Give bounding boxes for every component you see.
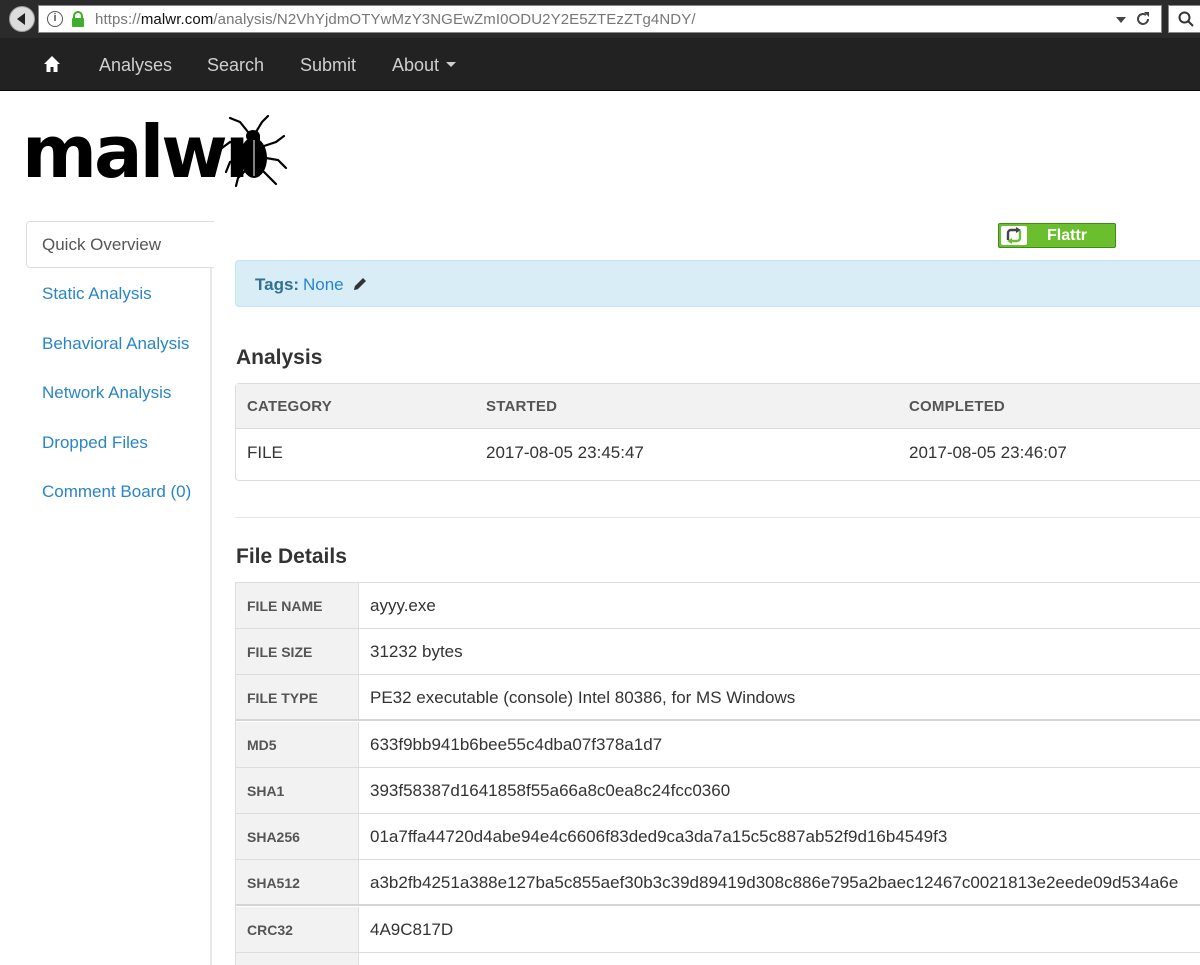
nav-submit[interactable]: Submit (300, 55, 356, 76)
table-row (236, 953, 1200, 965)
table-row: CRC32 4A9C817D (236, 907, 1200, 953)
flattr-icon (1001, 226, 1027, 245)
address-bar[interactable]: i https://malwr.com/analysis/N2VhYjdmOTY… (38, 5, 1162, 33)
table-row: FILE TYPE PE32 executable (console) Inte… (236, 675, 1200, 721)
tags-value[interactable]: None (303, 275, 344, 295)
cell-started: 2017-08-05 23:45:47 (486, 443, 644, 462)
row-key: SHA256 (236, 814, 359, 859)
column-started: STARTED (486, 398, 558, 415)
pencil-icon[interactable] (352, 276, 368, 292)
table-row: SHA1 393f58387d1641858f55a66a8c0ea8c24fc… (236, 768, 1200, 814)
nav-about-label: About (392, 55, 440, 75)
row-value: 4A9C817D (370, 920, 454, 939)
table-row: FILE NAME ayyy.exe (236, 583, 1200, 629)
file-details-table: FILE NAME ayyy.exe FILE SIZE 31232 bytes… (235, 582, 1200, 965)
flattr-button[interactable]: Flattr (998, 223, 1116, 248)
row-key: SHA1 (236, 768, 359, 813)
section-divider (235, 517, 1200, 518)
nav-analyses[interactable]: Analyses (99, 55, 172, 76)
analysis-table-header: CATEGORY STARTED COMPLETED (236, 384, 1200, 429)
nav-search[interactable]: Search (207, 55, 264, 76)
row-key: SHA512 (236, 860, 359, 904)
file-details-heading: File Details (236, 545, 347, 568)
row-value: PE32 executable (console) Intel 80386, f… (370, 688, 796, 707)
home-icon[interactable] (43, 55, 61, 73)
column-completed: COMPLETED (909, 398, 1005, 415)
back-arrow-icon (17, 13, 25, 25)
beetle-logo-icon (220, 114, 288, 188)
tags-label: Tags: (255, 275, 300, 294)
flattr-label: Flattr (1047, 227, 1087, 244)
table-row: MD5 633f9bb941b6bee55c4dba07f378a1d7 (236, 722, 1200, 768)
sidebar-item-static-analysis[interactable]: Static Analysis (42, 284, 152, 304)
sidebar-item-network-analysis[interactable]: Network Analysis (42, 383, 171, 403)
table-row: SHA256 01a7ffa44720d4abe94e4c6606f83ded9… (236, 814, 1200, 860)
column-category: CATEGORY (247, 398, 332, 415)
search-icon (1178, 11, 1194, 27)
tags-alert: Tags: None (235, 260, 1200, 307)
browser-search-box[interactable] (1168, 5, 1200, 33)
row-value: 31232 bytes (370, 642, 463, 661)
back-button[interactable] (9, 6, 35, 32)
row-value: 01a7ffa44720d4abe94e4c6606f83ded9ca3da7a… (370, 827, 948, 846)
lock-icon (72, 11, 84, 27)
sidebar-item-dropped-files[interactable]: Dropped Files (42, 433, 148, 453)
cell-completed: 2017-08-05 23:46:07 (909, 443, 1067, 462)
row-key: FILE NAME (236, 583, 359, 628)
sidebar-item-behavioral-analysis[interactable]: Behavioral Analysis (42, 334, 189, 354)
row-key: FILE SIZE (236, 629, 359, 674)
row-value: ayyy.exe (370, 596, 436, 615)
cell-category: FILE (247, 443, 283, 462)
row-value: 393f58387d1641858f55a66a8c0ea8c24fcc0360 (370, 781, 731, 800)
row-key: CRC32 (236, 907, 359, 952)
site-navbar: Analyses Search Submit About (0, 38, 1200, 91)
analysis-table: CATEGORY STARTED COMPLETED FILE 2017-08-… (235, 383, 1200, 481)
url-text: https://malwr.com/analysis/N2VhYjdmOTYwM… (95, 11, 696, 28)
row-key: FILE TYPE (236, 675, 359, 719)
sidebar-label-quick-overview[interactable]: Quick Overview (42, 235, 161, 255)
sidebar-divider (210, 268, 212, 965)
row-value: a3b2fb4251a388e127ba5c855aef30b3c39d8941… (370, 873, 1179, 892)
nav-about[interactable]: About (392, 55, 457, 76)
reload-icon[interactable] (1135, 11, 1151, 27)
row-value: 633f9bb941b6bee55c4dba07f378a1d7 (370, 735, 663, 754)
table-row: SHA512 a3b2fb4251a388e127ba5c855aef30b3c… (236, 860, 1200, 906)
row-key (236, 953, 359, 965)
table-row: FILE SIZE 31232 bytes (236, 629, 1200, 675)
sidebar-item-comment-board[interactable]: Comment Board (0) (42, 482, 191, 502)
info-icon[interactable]: i (47, 11, 63, 27)
row-key: MD5 (236, 722, 359, 767)
dropdown-icon[interactable] (1115, 12, 1127, 26)
analysis-heading: Analysis (236, 346, 323, 369)
caret-down-icon (446, 61, 457, 67)
browser-toolbar: i https://malwr.com/analysis/N2VhYjdmOTY… (0, 0, 1200, 38)
